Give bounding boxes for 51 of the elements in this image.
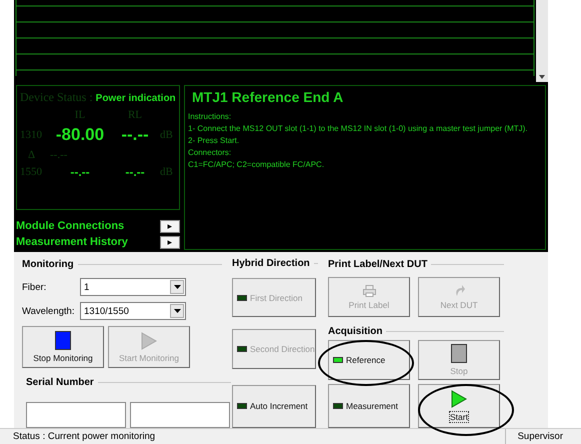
unit-label: dB: [160, 129, 174, 141]
group-title: Monitoring: [22, 258, 74, 270]
expand-button[interactable]: ▸: [160, 236, 180, 248]
play-icon: [141, 332, 157, 350]
il-value: --.--: [69, 165, 91, 179]
device-status-label: Device Status :: [20, 90, 93, 105]
instruction-line: C1=FC/APC; C2=compatible FC/APC.: [188, 159, 326, 171]
rl-value: --.--: [120, 125, 150, 145]
play-icon: [451, 390, 467, 408]
mode-button[interactable]: Measurement: [328, 384, 410, 428]
delta-value: --.--: [50, 149, 68, 161]
printer-icon: [362, 284, 376, 296]
instructions-title: MTJ1 Reference End A: [192, 89, 344, 105]
scrollbar[interactable]: [536, 0, 548, 82]
dropdown[interactable]: 1: [80, 278, 186, 296]
rl-value: --.--: [124, 165, 146, 179]
start-button[interactable]: Start: [418, 384, 500, 428]
monitoring-button[interactable]: Stop Monitoring: [22, 326, 104, 368]
auto-increment-button[interactable]: Auto Increment: [232, 384, 316, 428]
instruction-line: Instructions:: [188, 111, 232, 123]
group-title: Hybrid Direction: [232, 258, 310, 270]
section-link[interactable]: Module Connections: [16, 220, 124, 232]
expand-button[interactable]: ▸: [160, 220, 180, 232]
instruction-line: 2- Press Start.: [188, 135, 240, 147]
power-indication-label: Power indication: [96, 93, 176, 104]
serial-number-field[interactable]: [26, 402, 126, 428]
wavelength-label: 1550: [20, 166, 43, 178]
dropdown-arrow-icon[interactable]: [174, 285, 180, 289]
serial-number-field[interactable]: [130, 402, 230, 428]
stop-icon: [55, 331, 71, 350]
instruction-line: Connectors:: [188, 147, 232, 159]
stop-icon: [451, 344, 467, 363]
instruction-line: 1- Connect the MS12 OUT slot (1-1) to the MS12 IN slot (1-0) using a master test jumper (MTJ).: [188, 123, 529, 135]
user-role: Supervisor: [504, 428, 575, 444]
status-text: Status : Current power monitoring: [12, 431, 156, 442]
group-title: Print Label/Next DUT: [328, 258, 428, 270]
field-label: Fiber:: [22, 282, 48, 292]
curved-arrow-icon: [454, 284, 464, 297]
dropdown-arrow-icon[interactable]: [174, 309, 180, 313]
mode-button[interactable]: Reference: [328, 340, 410, 380]
column-header: RL: [126, 109, 144, 121]
group-title: Acquisition: [328, 326, 382, 336]
delta-label: Δ: [27, 149, 36, 161]
field-label: Wavelength:: [22, 306, 76, 316]
il-value: -80.00: [54, 125, 106, 145]
group-title: Serial Number: [26, 376, 94, 388]
dropdown[interactable]: 1310/1550: [80, 302, 186, 320]
unit-label: dB: [160, 166, 174, 178]
column-header: IL: [74, 109, 86, 121]
section-link[interactable]: Measurement History: [16, 236, 128, 248]
wavelength-label: 1310: [20, 129, 43, 141]
